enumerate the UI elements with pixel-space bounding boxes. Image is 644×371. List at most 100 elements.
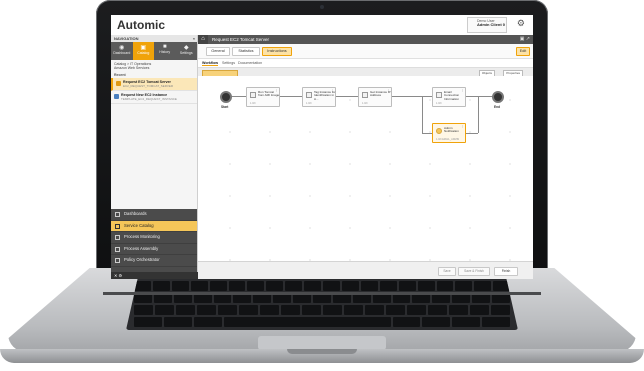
nav-tab-history[interactable]: ■ History [154, 42, 176, 60]
navigation-title: NAVIGATION [114, 36, 139, 41]
workflow-canvas[interactable]: Start Run Tomcat from AMI Image 1.0/0 ⋮ … [198, 76, 533, 262]
footer-bar: Save Save & Finish Finish [198, 261, 533, 279]
node-menu-icon[interactable]: ⋮ [387, 88, 390, 92]
process-assembly-icon [115, 246, 120, 252]
list-item-subtitle: TEMPLATE_EC2_REQUEST_INSTANCE [121, 97, 177, 101]
node-status: 1.0/0 [306, 102, 312, 105]
list-item-subtitle: EC2_REQUEST_TOMCAT_SERVER [123, 84, 174, 88]
keyboard [126, 278, 518, 330]
tab-documentation[interactable]: Documentation [238, 61, 262, 65]
workflow-icon [114, 94, 119, 99]
connector [466, 133, 478, 134]
node-menu-icon[interactable]: ⋮ [461, 124, 464, 128]
nav-footer-icons[interactable]: ✕ ⚙ [111, 272, 200, 279]
node-title: Tag Instance for Identification in A... [314, 90, 336, 101]
instructions-button[interactable]: Instructions [262, 47, 292, 56]
node-title: Run Tomcat from AMI Image [258, 90, 280, 98]
perspective-dashboards[interactable]: Dashboards [111, 209, 197, 221]
general-button[interactable]: General [206, 47, 230, 56]
navigation-header: NAVIGATION « [111, 35, 197, 42]
node-menu-icon[interactable]: ⋮ [331, 88, 334, 92]
node-status: 1.0/0 [250, 102, 256, 105]
breadcrumb-sub[interactable]: Amazon Web Services [114, 66, 194, 70]
task-icon [362, 92, 368, 98]
nav-tab-dashboard[interactable]: ◉ Dashboard [111, 42, 133, 60]
nav-icon-bar: ◉ Dashboard ▣ Catalog ■ History ◆ Settings [111, 42, 197, 60]
hinge [103, 292, 541, 295]
end-label: End [494, 105, 501, 109]
workflow-node[interactable]: Get Instance IP Address 1.0/0 ⋮ [358, 87, 392, 107]
user-info: Demo User Admin Client 0 [477, 19, 505, 27]
connector [478, 96, 479, 133]
node-menu-icon[interactable]: ⋮ [461, 88, 464, 92]
task-icon [250, 92, 256, 98]
list-item-ec2-tomcat[interactable]: Request EC2 Tomcat Server EC2_REQUEST_TO… [111, 78, 197, 91]
list-item-ec2-instance[interactable]: Request New EC2 Instance TEMPLATE_EC2_RE… [111, 91, 197, 104]
perspective-label: Service Catalog [124, 222, 154, 228]
key-row [134, 305, 510, 315]
node-menu-icon[interactable]: ⋮ [275, 88, 278, 92]
node-title: Admin Notification [444, 126, 459, 134]
page-title: Request EC2 Tomcat Server [212, 37, 269, 42]
finish-button[interactable]: Finish [494, 267, 518, 276]
window-controls-icon[interactable]: ▣ ↗ [520, 36, 530, 42]
workflow-node[interactable]: Tag Instance for Identification in A... … [302, 87, 336, 107]
connector [479, 96, 492, 97]
home-icon[interactable]: ⌂ [198, 35, 208, 44]
tab-workflow[interactable]: Workflow [202, 61, 219, 66]
node-title: Email Connection Information [444, 90, 460, 101]
main-panel: ⌂ Request EC2 Tomcat Server ▣ ↗ General … [198, 35, 533, 279]
perspective-label: Policy Orchestrator [124, 257, 160, 262]
edit-button[interactable]: Edit [516, 47, 530, 56]
nav-tab-catalog[interactable]: ▣ Catalog [132, 42, 154, 60]
nav-tab-label: History [159, 50, 171, 54]
collapse-icon[interactable]: « [193, 35, 195, 42]
breadcrumb[interactable]: Catalog > IT Operations Amazon Web Servi… [111, 60, 197, 72]
connector [422, 133, 432, 134]
nav-tab-settings[interactable]: ◆ Settings [176, 42, 198, 60]
start-node[interactable] [220, 91, 232, 103]
node-status: 1.0/0 [436, 102, 442, 105]
nav-tab-label: Dashboard [113, 51, 131, 55]
key-row [134, 281, 511, 291]
settings-icon: ◆ [183, 45, 189, 51]
email-icon [436, 128, 442, 134]
dashboards-icon [115, 212, 120, 217]
workflow-node-selected[interactable]: Admin Notification 1.0/0 EMAIL_ADMIN ⋮ [432, 123, 466, 143]
nav-tab-label: Catalog [137, 51, 150, 55]
save-button[interactable]: Save [438, 267, 456, 276]
nav-tab-label: Settings [179, 51, 193, 55]
workflow-node[interactable]: Email Connection Information 1.0/0 ⋮ [432, 87, 466, 107]
workflow-icon [116, 81, 121, 86]
node-status: 1.0/0 EMAIL_ADMIN [436, 138, 460, 141]
perspective-process-assembly[interactable]: Process Assembly [111, 244, 197, 255]
tab-settings[interactable]: Settings [222, 61, 235, 65]
end-node[interactable] [492, 91, 504, 103]
screen: Automic Demo User Admin Client 0 ⚙ NAVIG… [111, 15, 533, 279]
task-icon [306, 92, 312, 98]
perspective-menu: Dashboards Service Catalog Process Monit… [111, 209, 200, 279]
email-icon [436, 92, 442, 98]
perspective-label: Process Monitoring [124, 234, 160, 239]
navigation-panel: NAVIGATION « ◉ Dashboard ▣ Catalog ■ Histor… [111, 35, 200, 279]
perspective-process-monitoring[interactable]: Process Monitoring [111, 232, 197, 244]
app-logo: Automic [117, 18, 165, 32]
policy-orchestrator-icon [115, 258, 120, 263]
save-finish-button[interactable]: Save & Finish [458, 267, 490, 276]
process-monitoring-icon [115, 235, 120, 240]
perspective-policy-orchestrator[interactable]: Policy Orchestrator [111, 255, 197, 267]
user-client: Admin Client 0 [476, 22, 505, 27]
start-label: Start [221, 105, 229, 109]
top-bar: Automic Demo User Admin Client 0 ⚙ [111, 15, 533, 36]
node-status: 1.0/0 [362, 102, 368, 105]
camera [320, 5, 324, 9]
dashboard-icon: ◉ [119, 45, 125, 51]
statistics-button[interactable]: Statistics [232, 47, 260, 56]
service-catalog-icon [115, 223, 120, 229]
workflow-node[interactable]: Run Tomcat from AMI Image 1.0/0 ⋮ [246, 87, 280, 107]
node-title: Get Instance IP Address [370, 90, 391, 98]
perspective-label: Dashboards [124, 211, 147, 216]
trackpad [258, 336, 386, 350]
gear-icon[interactable]: ⚙ [517, 18, 525, 29]
perspective-service-catalog[interactable]: Service Catalog [111, 220, 197, 232]
